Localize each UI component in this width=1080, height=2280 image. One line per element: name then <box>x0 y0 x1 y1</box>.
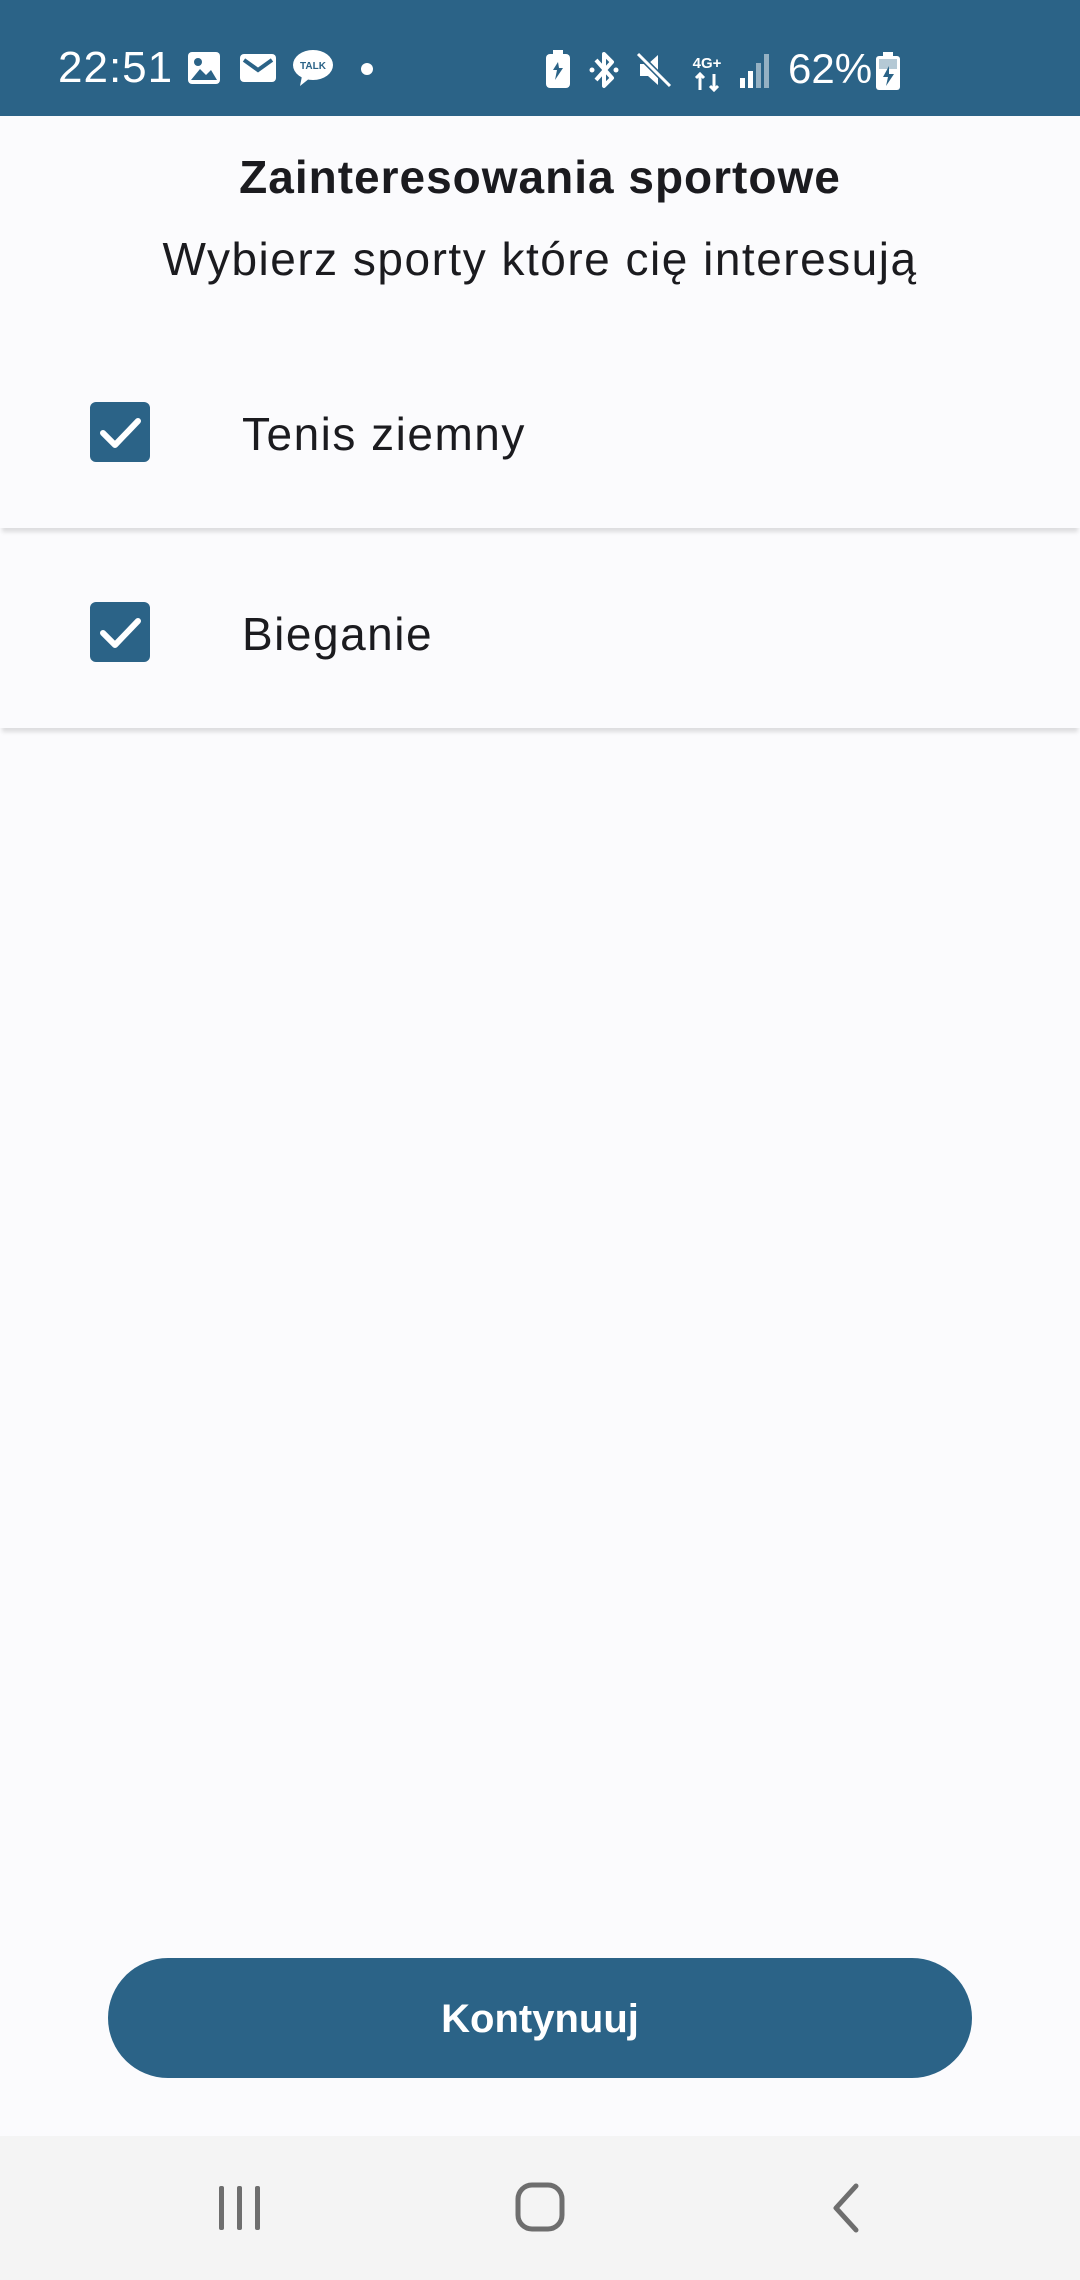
mail-icon <box>240 54 276 82</box>
sport-label: Bieganie <box>242 608 434 660</box>
mute-icon <box>635 51 673 89</box>
sport-item-tenis[interactable]: Tenis ziemny <box>0 342 1080 528</box>
navigation-bar <box>0 2136 1080 2280</box>
checkmark-icon <box>100 618 141 648</box>
gallery-icon <box>188 52 220 84</box>
bluetooth-icon <box>589 52 619 88</box>
checkmark-icon <box>100 418 141 448</box>
sport-label: Tenis ziemny <box>242 408 526 460</box>
network-label: 4G+ <box>693 55 722 72</box>
signal-icon <box>740 54 769 88</box>
sport-item-bieganie[interactable]: Bieganie <box>0 542 1080 728</box>
battery-charging-icon <box>876 52 900 90</box>
recent-apps-icon[interactable] <box>210 2180 270 2236</box>
status-bar: 22:51 TALK 4G+ 62% <box>0 0 1080 116</box>
sport-list: Tenis ziemny Bieganie <box>0 342 1080 742</box>
battery-percent: 62% <box>788 45 873 92</box>
status-time: 22:51 <box>58 43 174 92</box>
battery-saver-icon <box>546 50 570 88</box>
sport-checkbox[interactable] <box>90 602 150 662</box>
talk-icon: TALK <box>293 50 333 86</box>
sport-checkbox[interactable] <box>90 402 150 462</box>
page-subtitle: Wybierz sporty które cię interesują <box>162 233 918 285</box>
network-4g-icon: 4G+ <box>693 55 722 92</box>
svg-text:TALK: TALK <box>300 61 327 72</box>
home-icon[interactable] <box>510 2180 570 2236</box>
page-title: Zainteresowania sportowe <box>239 151 841 203</box>
back-icon[interactable] <box>816 2180 876 2236</box>
notification-dot <box>361 63 373 75</box>
continue-button[interactable]: Kontynuuj <box>108 1958 972 2078</box>
